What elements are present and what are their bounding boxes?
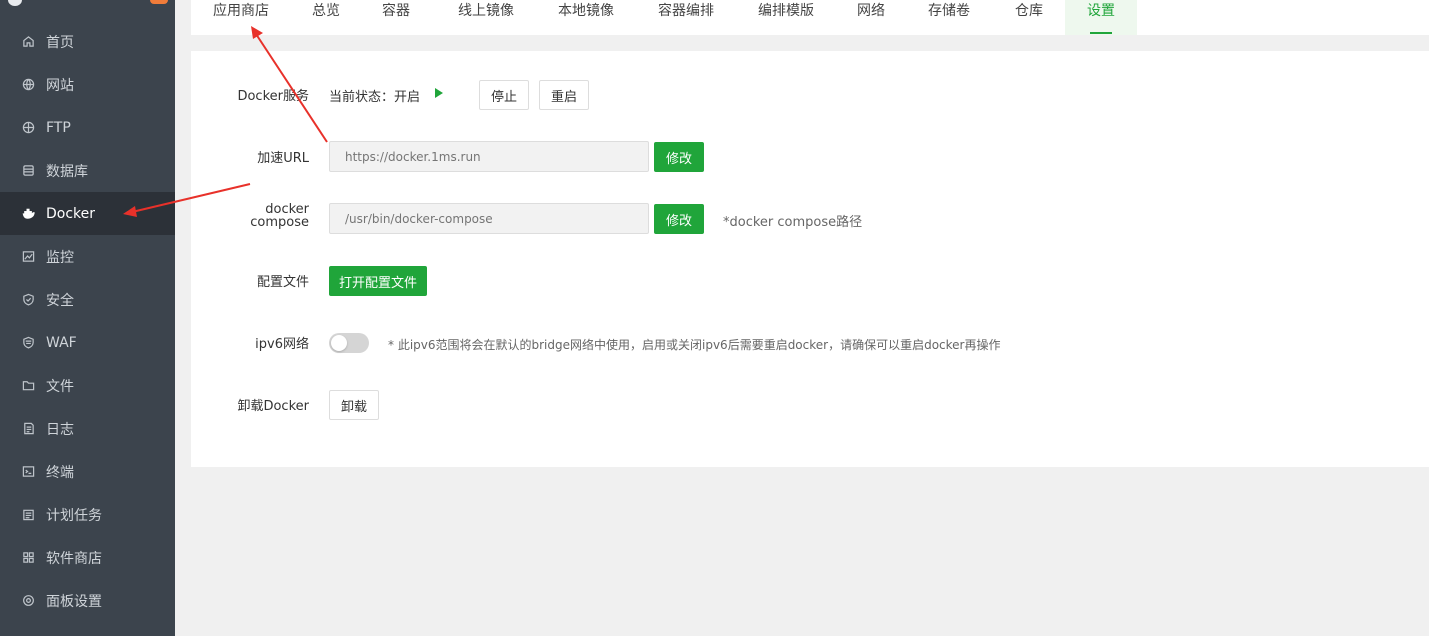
ipv6-toggle[interactable] (329, 333, 369, 353)
log-icon (21, 422, 35, 436)
config-file-label: 配置文件 (256, 275, 309, 290)
folder-icon (21, 379, 35, 393)
sidebar-item-label: 数据库 (46, 163, 88, 180)
toggle-knob (331, 335, 347, 351)
docker-icon (21, 207, 35, 221)
ipv6-label: ipv6网络 (255, 337, 309, 352)
sidebar-item-cron[interactable]: 计划任务 (0, 493, 175, 536)
sidebar-item-label: 监控 (46, 249, 74, 266)
globe-icon (21, 78, 35, 92)
sidebar-item-label: 文件 (46, 378, 74, 395)
tab-containers[interactable]: 容器 (369, 0, 423, 35)
uninstall-label: 卸载Docker (237, 399, 309, 414)
sidebar: 首页 网站 FTP 数据库 Docker 监控 安全 WAF 文件 日志 终端 (0, 0, 175, 636)
sidebar-item-website[interactable]: 网站 (0, 63, 175, 106)
tab-settings[interactable]: 设置 (1065, 0, 1137, 35)
sidebar-item-docker[interactable]: Docker (0, 192, 175, 235)
tab-volumes[interactable]: 存储卷 (914, 0, 984, 35)
tab-compose[interactable]: 容器编排 (644, 0, 728, 35)
notification-badge[interactable] (150, 0, 168, 4)
sidebar-item-label: 终端 (46, 464, 74, 481)
tab-app-store[interactable]: 应用商店 (199, 0, 283, 35)
uninstall-button[interactable]: 卸载 (329, 390, 379, 420)
compose-label: docker compose (250, 203, 309, 229)
sidebar-item-logs[interactable]: 日志 (0, 407, 175, 450)
sidebar-item-security[interactable]: 安全 (0, 278, 175, 321)
sidebar-item-monitor[interactable]: 监控 (0, 235, 175, 278)
tab-network[interactable]: 网络 (844, 0, 898, 35)
open-config-button[interactable]: 打开配置文件 (329, 266, 427, 296)
sidebar-item-label: 网站 (46, 77, 74, 94)
mirror-modify-button[interactable]: 修改 (654, 142, 704, 172)
sidebar-item-label: 面板设置 (46, 593, 102, 610)
sidebar-item-label: 首页 (46, 34, 74, 51)
gear-icon (21, 594, 35, 608)
mirror-url-label: 加速URL (257, 151, 309, 166)
sidebar-item-label: WAF (46, 334, 77, 351)
ipv6-hint: * 此ipv6范围将会在默认的bridge网络中使用，启用或关闭ipv6后需要重… (388, 338, 1001, 352)
terminal-icon (21, 465, 35, 479)
service-status-text: 当前状态：开启 (329, 90, 421, 105)
tab-local-images[interactable]: 本地镜像 (544, 0, 628, 35)
restart-button[interactable]: 重启 (539, 80, 589, 110)
docker-service-label: Docker服务 (237, 89, 309, 104)
grid-icon (21, 551, 35, 565)
database-icon (21, 164, 35, 178)
tab-overview[interactable]: 总览 (299, 0, 353, 35)
calendar-icon (21, 508, 35, 522)
sidebar-item-settings[interactable]: 面板设置 (0, 579, 175, 622)
compose-label-line2: compose (250, 215, 309, 230)
sidebar-item-label: FTP (46, 119, 71, 136)
home-icon (21, 35, 35, 49)
settings-panel: Docker服务 当前状态：开启 停止 重启 加速URL 修改 docker c… (191, 51, 1429, 467)
sidebar-item-label: Docker (46, 205, 96, 222)
sidebar-item-terminal[interactable]: 终端 (0, 450, 175, 493)
sidebar-item-label: 计划任务 (46, 507, 102, 524)
waf-shield-icon (21, 336, 35, 350)
compose-path-input[interactable] (329, 203, 649, 234)
tab-registry[interactable]: 仓库 (1000, 0, 1058, 35)
sidebar-header (0, 0, 175, 20)
sidebar-item-home[interactable]: 首页 (0, 20, 175, 63)
sidebar-item-store[interactable]: 软件商店 (0, 536, 175, 579)
sidebar-item-files[interactable]: 文件 (0, 364, 175, 407)
logo-icon (8, 0, 22, 6)
tab-online-images[interactable]: 线上镜像 (444, 0, 528, 35)
sidebar-item-waf[interactable]: WAF (0, 321, 175, 364)
globe-icon (21, 121, 35, 135)
tab-bar: 应用商店 总览 容器 线上镜像 本地镜像 容器编排 编排模版 网络 存储卷 仓库… (191, 0, 1429, 35)
sidebar-item-label: 软件商店 (46, 550, 102, 567)
sidebar-item-database[interactable]: 数据库 (0, 149, 175, 192)
sidebar-item-ftp[interactable]: FTP (0, 106, 175, 149)
monitor-icon (21, 250, 35, 264)
compose-path-hint: *docker compose路径 (723, 215, 863, 230)
stop-button[interactable]: 停止 (479, 80, 529, 110)
mirror-url-input[interactable] (329, 141, 649, 172)
play-icon (434, 87, 444, 103)
sidebar-item-label: 日志 (46, 421, 74, 438)
tab-compose-templates[interactable]: 编排模版 (744, 0, 828, 35)
compose-modify-button[interactable]: 修改 (654, 204, 704, 234)
shield-icon (21, 293, 35, 307)
sidebar-item-label: 安全 (46, 292, 74, 309)
